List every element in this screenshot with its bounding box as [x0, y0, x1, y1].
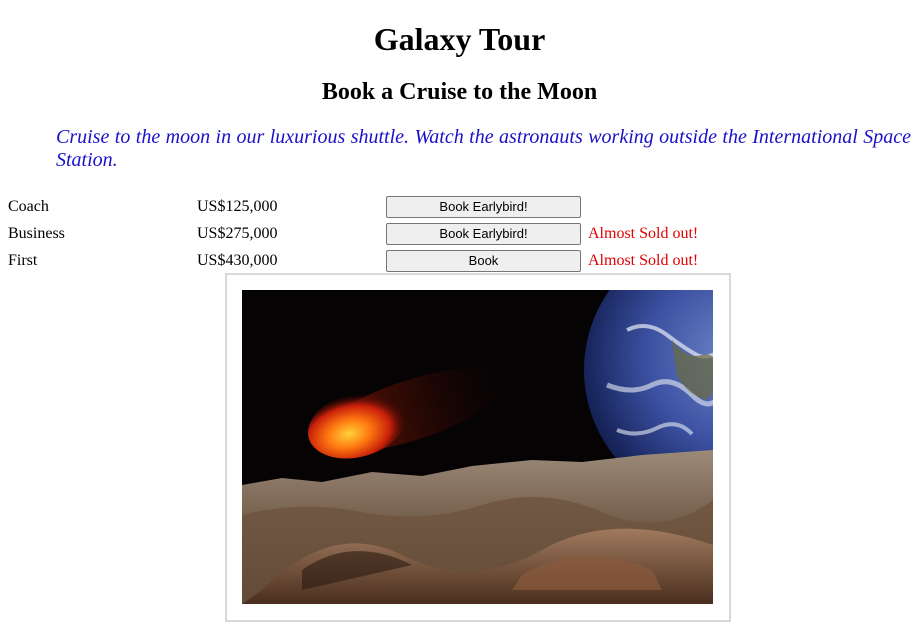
fare-row-first: First US$430,000 Book Almost Sold out! [8, 247, 698, 274]
moon-landscape-image [242, 290, 713, 604]
moon-photo [242, 290, 713, 604]
sold-out-warning: Almost Sold out! [588, 251, 699, 269]
page-title: Galaxy Tour [373, 21, 546, 57]
book-first-button[interactable]: Book [386, 249, 581, 272]
book-earlybird-coach-button[interactable]: Book Earlybird! [386, 195, 581, 218]
page-subtitle: Book a Cruise to the Moon [321, 79, 598, 105]
fare-price: US$430,000 [197, 251, 278, 269]
book-earlybird-business-button[interactable]: Book Earlybird! [386, 222, 581, 245]
fare-class: Coach [8, 197, 49, 215]
fare-row-business: Business US$275,000 Book Earlybird! Almo… [8, 220, 698, 247]
fare-action: Book Earlybird! [386, 220, 588, 247]
sold-out-warning: Almost Sold out! [588, 224, 699, 242]
fare-action: Book Earlybird! [386, 193, 588, 220]
fare-note [588, 193, 698, 220]
fare-row-coach: Coach US$125,000 Book Earlybird! [8, 193, 698, 220]
fare-action: Book [386, 247, 588, 274]
moon-photo-frame [225, 273, 731, 622]
fare-price: US$125,000 [197, 197, 278, 215]
fares-table: Coach US$125,000 Book Earlybird! Busines… [8, 193, 698, 274]
fare-price: US$275,000 [197, 224, 278, 242]
tagline: Cruise to the moon in our luxurious shut… [56, 126, 911, 171]
page: Galaxy Tour Book a Cruise to the Moon Cr… [0, 0, 919, 631]
fare-class: Business [8, 224, 65, 242]
fare-class: First [8, 251, 38, 269]
